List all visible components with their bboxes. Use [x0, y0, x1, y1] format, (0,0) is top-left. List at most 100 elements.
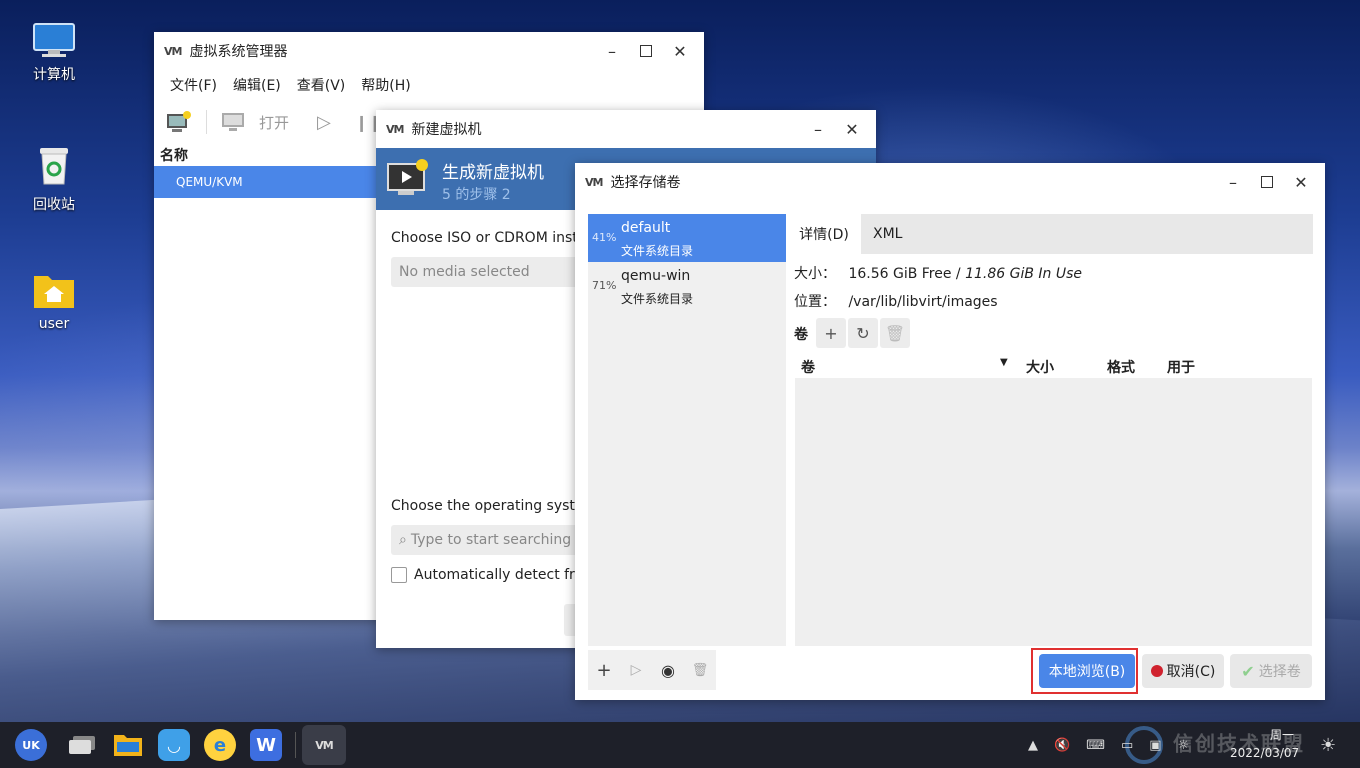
volume-table: 卷 ▼ 大小 格式 用于 — [795, 352, 1312, 646]
desktop-icon-label: user — [38, 316, 70, 332]
tab-details[interactable]: 详情(D) — [787, 214, 861, 254]
menu-help[interactable]: 帮助(H) — [353, 75, 418, 95]
keyboard-icon[interactable]: ⌨ — [1086, 738, 1105, 753]
open-button[interactable]: 打开 — [259, 112, 289, 133]
choose-volume-label: 选择卷 — [1258, 664, 1301, 680]
storage-volume-window: VM 选择存储卷 – ✕ 41% default 文件系统目录 71% qemu… — [575, 163, 1325, 700]
menu-file[interactable]: 文件(F) — [162, 75, 225, 95]
clock-date: 2022/03/07 — [1230, 746, 1300, 760]
volume-list-empty[interactable] — [795, 378, 1312, 646]
taskview-button[interactable] — [66, 729, 98, 761]
close-button[interactable]: ✕ — [836, 114, 868, 144]
maximize-button[interactable] — [1251, 167, 1283, 197]
add-pool-button[interactable]: + — [588, 650, 620, 690]
new-vm-titlebar[interactable]: VM 新建虚拟机 – ✕ — [376, 110, 876, 148]
night-mode-button[interactable]: ☀ — [1320, 722, 1336, 768]
minimize-button[interactable]: – — [1217, 167, 1249, 197]
delete-pool-button[interactable]: 🗑 — [684, 650, 716, 690]
maximize-icon — [1261, 176, 1273, 188]
stop-pool-button[interactable]: ◉ — [652, 650, 684, 690]
virt-manager-task[interactable]: VM — [302, 725, 346, 765]
minimize-button[interactable]: – — [802, 114, 834, 144]
browser-button[interactable]: e — [204, 729, 236, 761]
computer-icon — [33, 23, 75, 57]
play-icon: ▷ — [630, 662, 642, 678]
header-step: 5 的步骤 2 — [442, 187, 511, 203]
start-pool-button[interactable]: ▷ — [620, 650, 652, 690]
brightness-icon[interactable]: ☼ — [1178, 738, 1190, 753]
vm-manager-titlebar[interactable]: VM 虚拟系统管理器 – ✕ — [154, 32, 704, 70]
volume-mute-icon[interactable]: 🔇 — [1054, 738, 1070, 753]
refresh-volume-button[interactable]: ↻ — [848, 318, 878, 348]
sort-down-icon: ▼ — [1000, 357, 1008, 368]
close-icon: ✕ — [845, 119, 859, 139]
desktop-icon-label: 计算机 — [33, 67, 75, 83]
network-icon[interactable]: ▣ — [1149, 738, 1161, 753]
auto-detect-label: Automatically detect fro — [414, 567, 584, 583]
minimize-icon: – — [1229, 172, 1237, 192]
location-value: /var/lib/libvirt/images — [848, 294, 998, 310]
close-button[interactable]: ✕ — [1285, 167, 1317, 197]
search-icon: ⌕ — [399, 532, 407, 548]
desktop-icon-label: 回收站 — [33, 197, 75, 213]
menu-view[interactable]: 查看(V) — [289, 75, 354, 95]
tab-bar: 详情(D) XML — [787, 214, 1313, 254]
pool-name: default — [621, 220, 671, 236]
tray-expand-icon[interactable]: ▲ — [1028, 738, 1038, 753]
multitask-icon — [69, 736, 95, 754]
refresh-icon: ↻ — [856, 323, 870, 343]
cancel-red-circle-icon — [1150, 665, 1163, 677]
minimize-button[interactable]: – — [596, 36, 628, 66]
size-free: 16.56 GiB Free / — [848, 266, 961, 282]
minimize-icon: – — [814, 119, 822, 139]
column-format[interactable]: 格式 — [1107, 357, 1135, 377]
monitor-icon[interactable] — [221, 111, 245, 133]
notification-icon[interactable]: ▭ — [1121, 738, 1133, 753]
delete-volume-button[interactable]: 🗑 — [880, 318, 910, 348]
tab-xml[interactable]: XML — [873, 214, 902, 254]
column-used-by[interactable]: 用于 — [1167, 357, 1195, 377]
list-header: 名称 — [160, 148, 188, 164]
auto-detect-checkbox[interactable] — [391, 567, 407, 583]
browse-local-button[interactable]: 本地浏览(B) — [1039, 654, 1135, 688]
taskbar: UK ◡ e W VM 信创技术联盟 ▲ 🔇 ⌨ ▭ ▣ ☼ 周一 2022/0… — [0, 722, 1360, 768]
desktop-icon-user[interactable]: user — [9, 270, 99, 332]
vm-screen-icon — [387, 159, 428, 195]
menu-edit[interactable]: 编辑(E) — [225, 75, 289, 95]
cancel-button[interactable]: 取消(C) — [1142, 654, 1224, 688]
size-label: 大小： — [794, 266, 836, 282]
new-vm-icon[interactable] — [166, 110, 192, 134]
connection-row-qemu[interactable]: QEMU/KVM — [154, 166, 376, 198]
play-icon[interactable]: ▷ — [317, 112, 331, 133]
close-button[interactable]: ✕ — [664, 36, 696, 66]
desktop-icon-trash[interactable]: 回收站 — [9, 144, 99, 214]
trash-icon: 🗑 — [884, 323, 906, 343]
desktop-icon-computer[interactable]: 计算机 — [9, 22, 99, 84]
night-mode-icon: ☀ — [1320, 734, 1337, 756]
header-title: 生成新虚拟机 — [442, 163, 544, 183]
app-logo-icon: VM — [164, 44, 182, 58]
file-manager-button[interactable] — [112, 729, 144, 761]
iso-input[interactable]: No media selected — [391, 257, 591, 287]
start-menu-button[interactable]: UK — [15, 729, 47, 761]
window-title: 选择存储卷 — [610, 175, 681, 191]
choose-volume-button[interactable]: ✔ 选择卷 — [1230, 654, 1312, 688]
storage-titlebar[interactable]: VM 选择存储卷 – ✕ — [575, 163, 1325, 201]
close-icon: ✕ — [673, 41, 687, 61]
auto-detect-row[interactable]: Automatically detect fro — [391, 567, 583, 583]
os-search-input[interactable]: ⌕ Type to start searching — [391, 525, 591, 555]
wps-writer-button[interactable]: W — [250, 729, 282, 761]
maximize-button[interactable] — [630, 36, 662, 66]
column-volume[interactable]: 卷 — [801, 357, 815, 377]
clock-day: 周一 — [1269, 728, 1294, 742]
cancel-label: 取消(C) — [1166, 664, 1216, 680]
add-volume-button[interactable]: + — [816, 318, 846, 348]
pool-row-qemu-win[interactable]: 71% qemu-win 文件系统目录 — [588, 262, 786, 310]
clock[interactable]: 周一 2022/03/07 — [1230, 726, 1300, 762]
volume-table-header: 卷 ▼ 大小 格式 用于 — [795, 352, 1312, 378]
pool-row-default[interactable]: 41% default 文件系统目录 — [588, 214, 786, 262]
app-store-button[interactable]: ◡ — [158, 729, 190, 761]
app-logo-icon: VM — [386, 122, 404, 136]
column-size[interactable]: 大小 — [1026, 357, 1054, 377]
pool-usage: 41% — [592, 231, 617, 244]
